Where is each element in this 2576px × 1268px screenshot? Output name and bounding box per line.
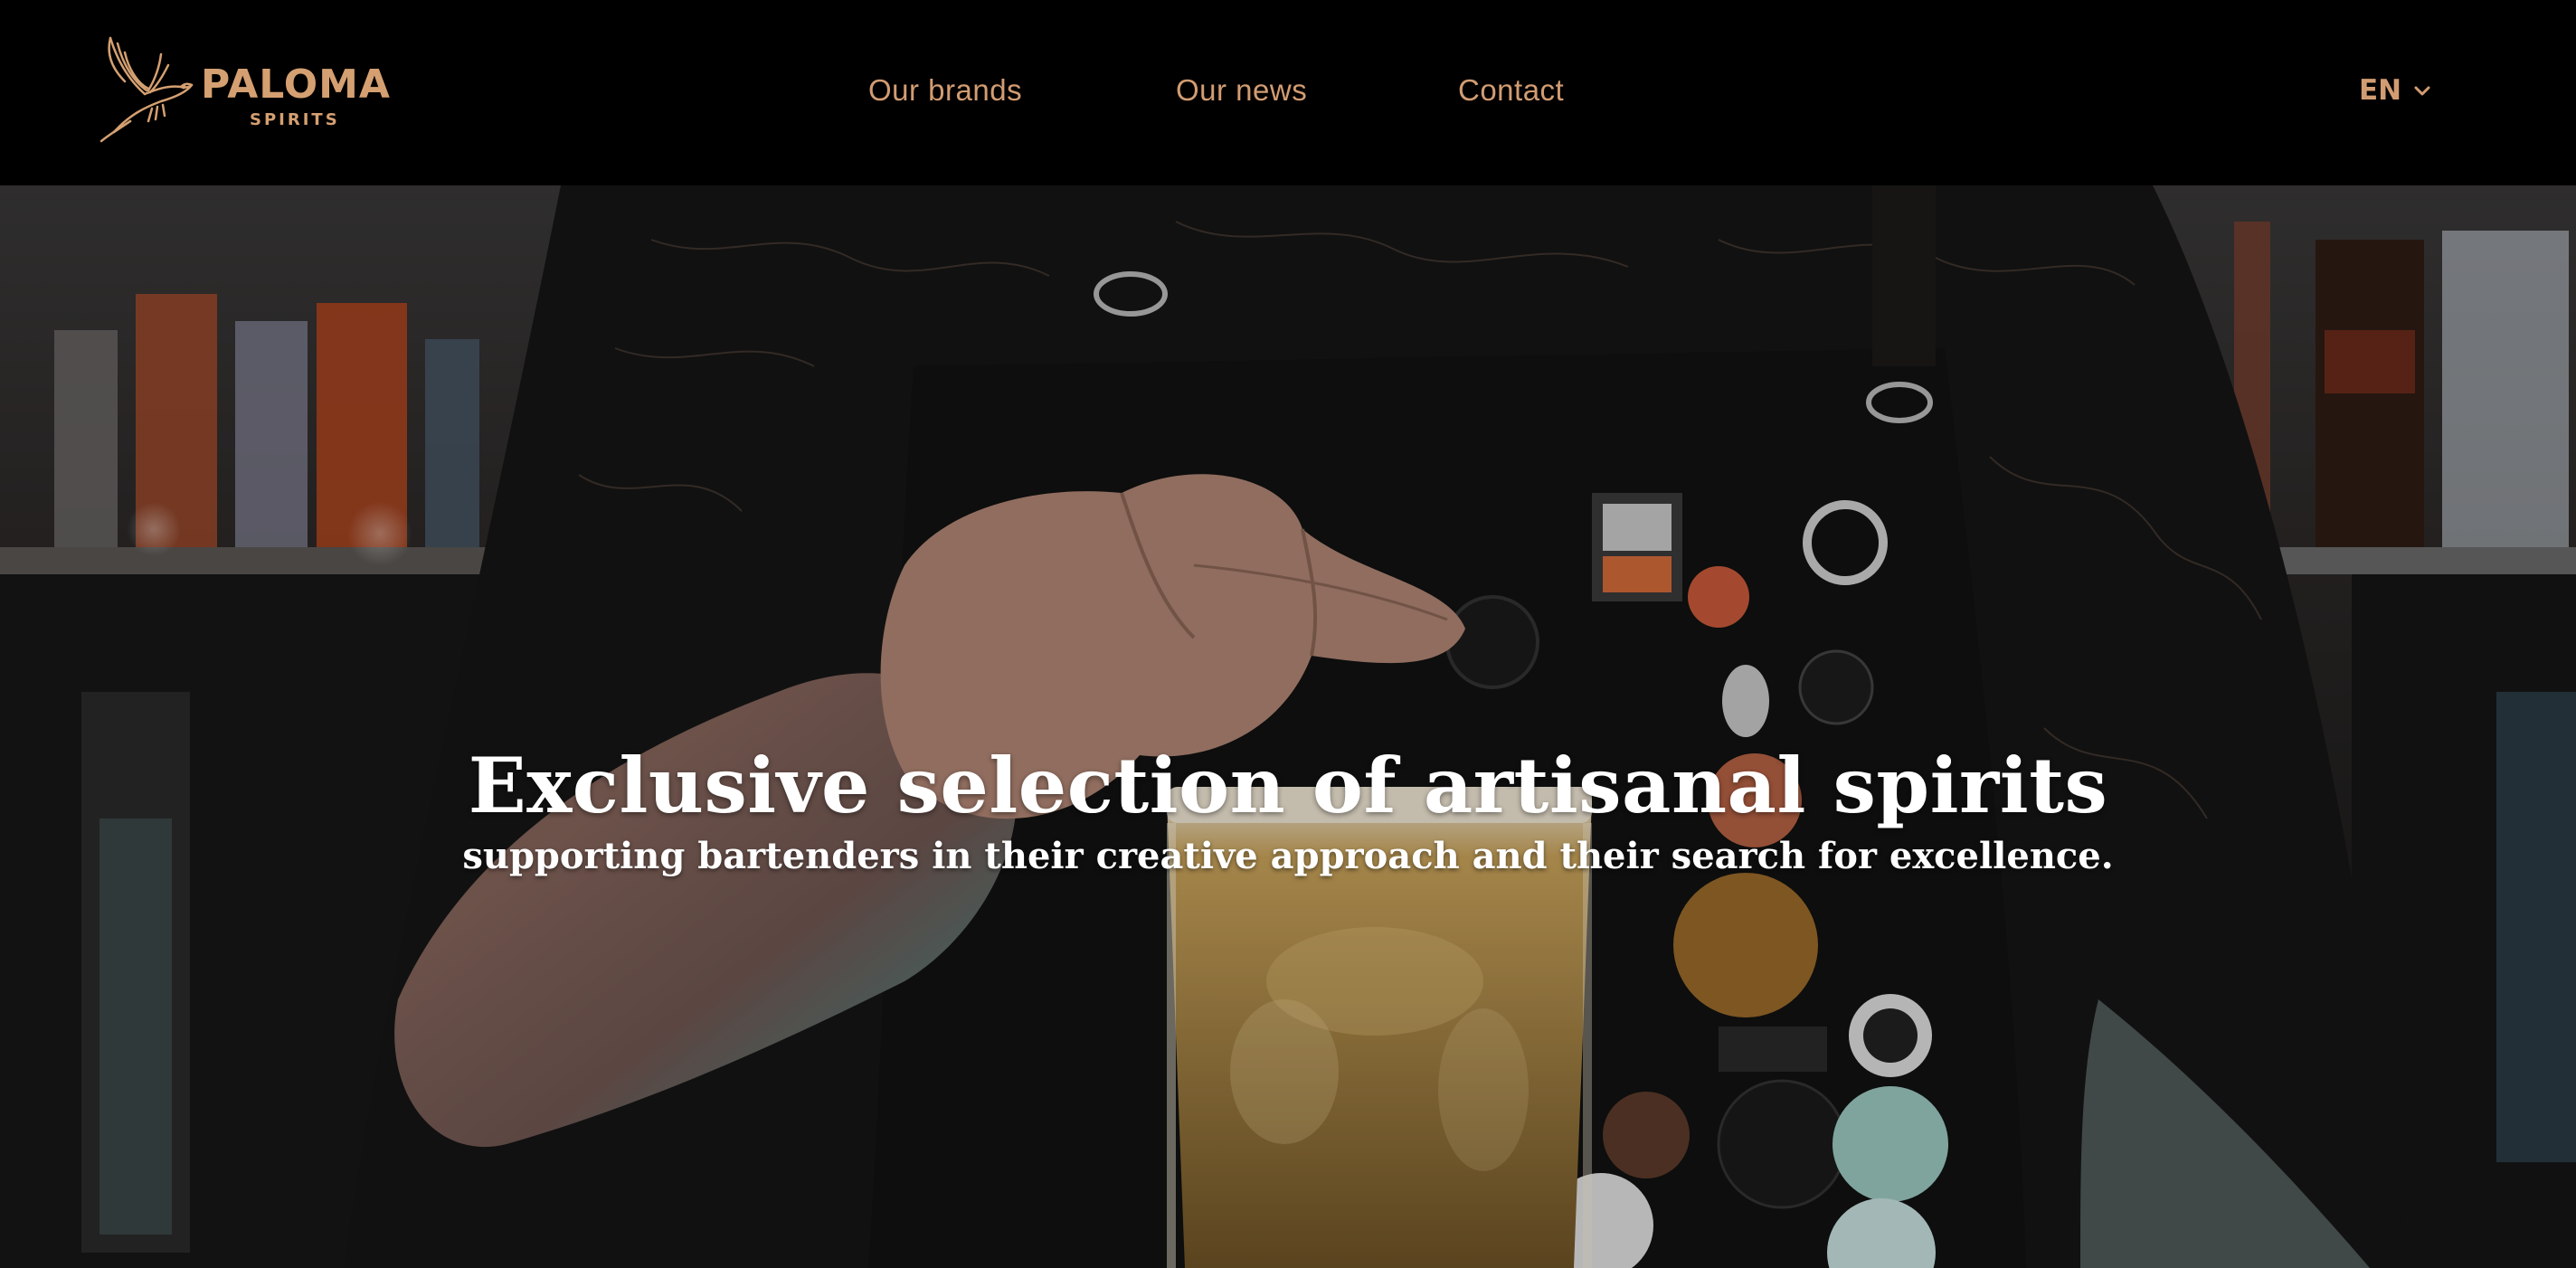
- language-label: EN: [2359, 74, 2402, 107]
- nav-link-our-news[interactable]: Our news: [1176, 71, 1307, 110]
- site-header: PALOMA SPIRITS Our brands Our news Conta…: [0, 0, 2576, 185]
- logo-link[interactable]: PALOMA SPIRITS: [98, 34, 390, 147]
- hero-text-block: Exclusive selection of artisanal spirits…: [0, 741, 2576, 878]
- chevron-down-icon: [2414, 86, 2430, 96]
- logo-tagline: SPIRITS: [250, 110, 340, 129]
- nav-link-our-brands[interactable]: Our brands: [868, 71, 1022, 110]
- language-selector[interactable]: EN: [2359, 71, 2432, 110]
- page: PALOMA SPIRITS Our brands Our news Conta…: [0, 0, 2576, 1268]
- dove-logo-icon: [99, 36, 194, 143]
- hero-subtitle: supporting bartenders in their creative …: [462, 835, 2114, 878]
- hero-section: Exclusive selection of artisanal spirits…: [0, 185, 2576, 1268]
- hero-title: Exclusive selection of artisanal spirits: [468, 741, 2108, 830]
- nav-link-contact[interactable]: Contact: [1458, 71, 1564, 110]
- hero-overlay: [0, 185, 2576, 1268]
- logo-wordmark: PALOMA: [201, 62, 391, 108]
